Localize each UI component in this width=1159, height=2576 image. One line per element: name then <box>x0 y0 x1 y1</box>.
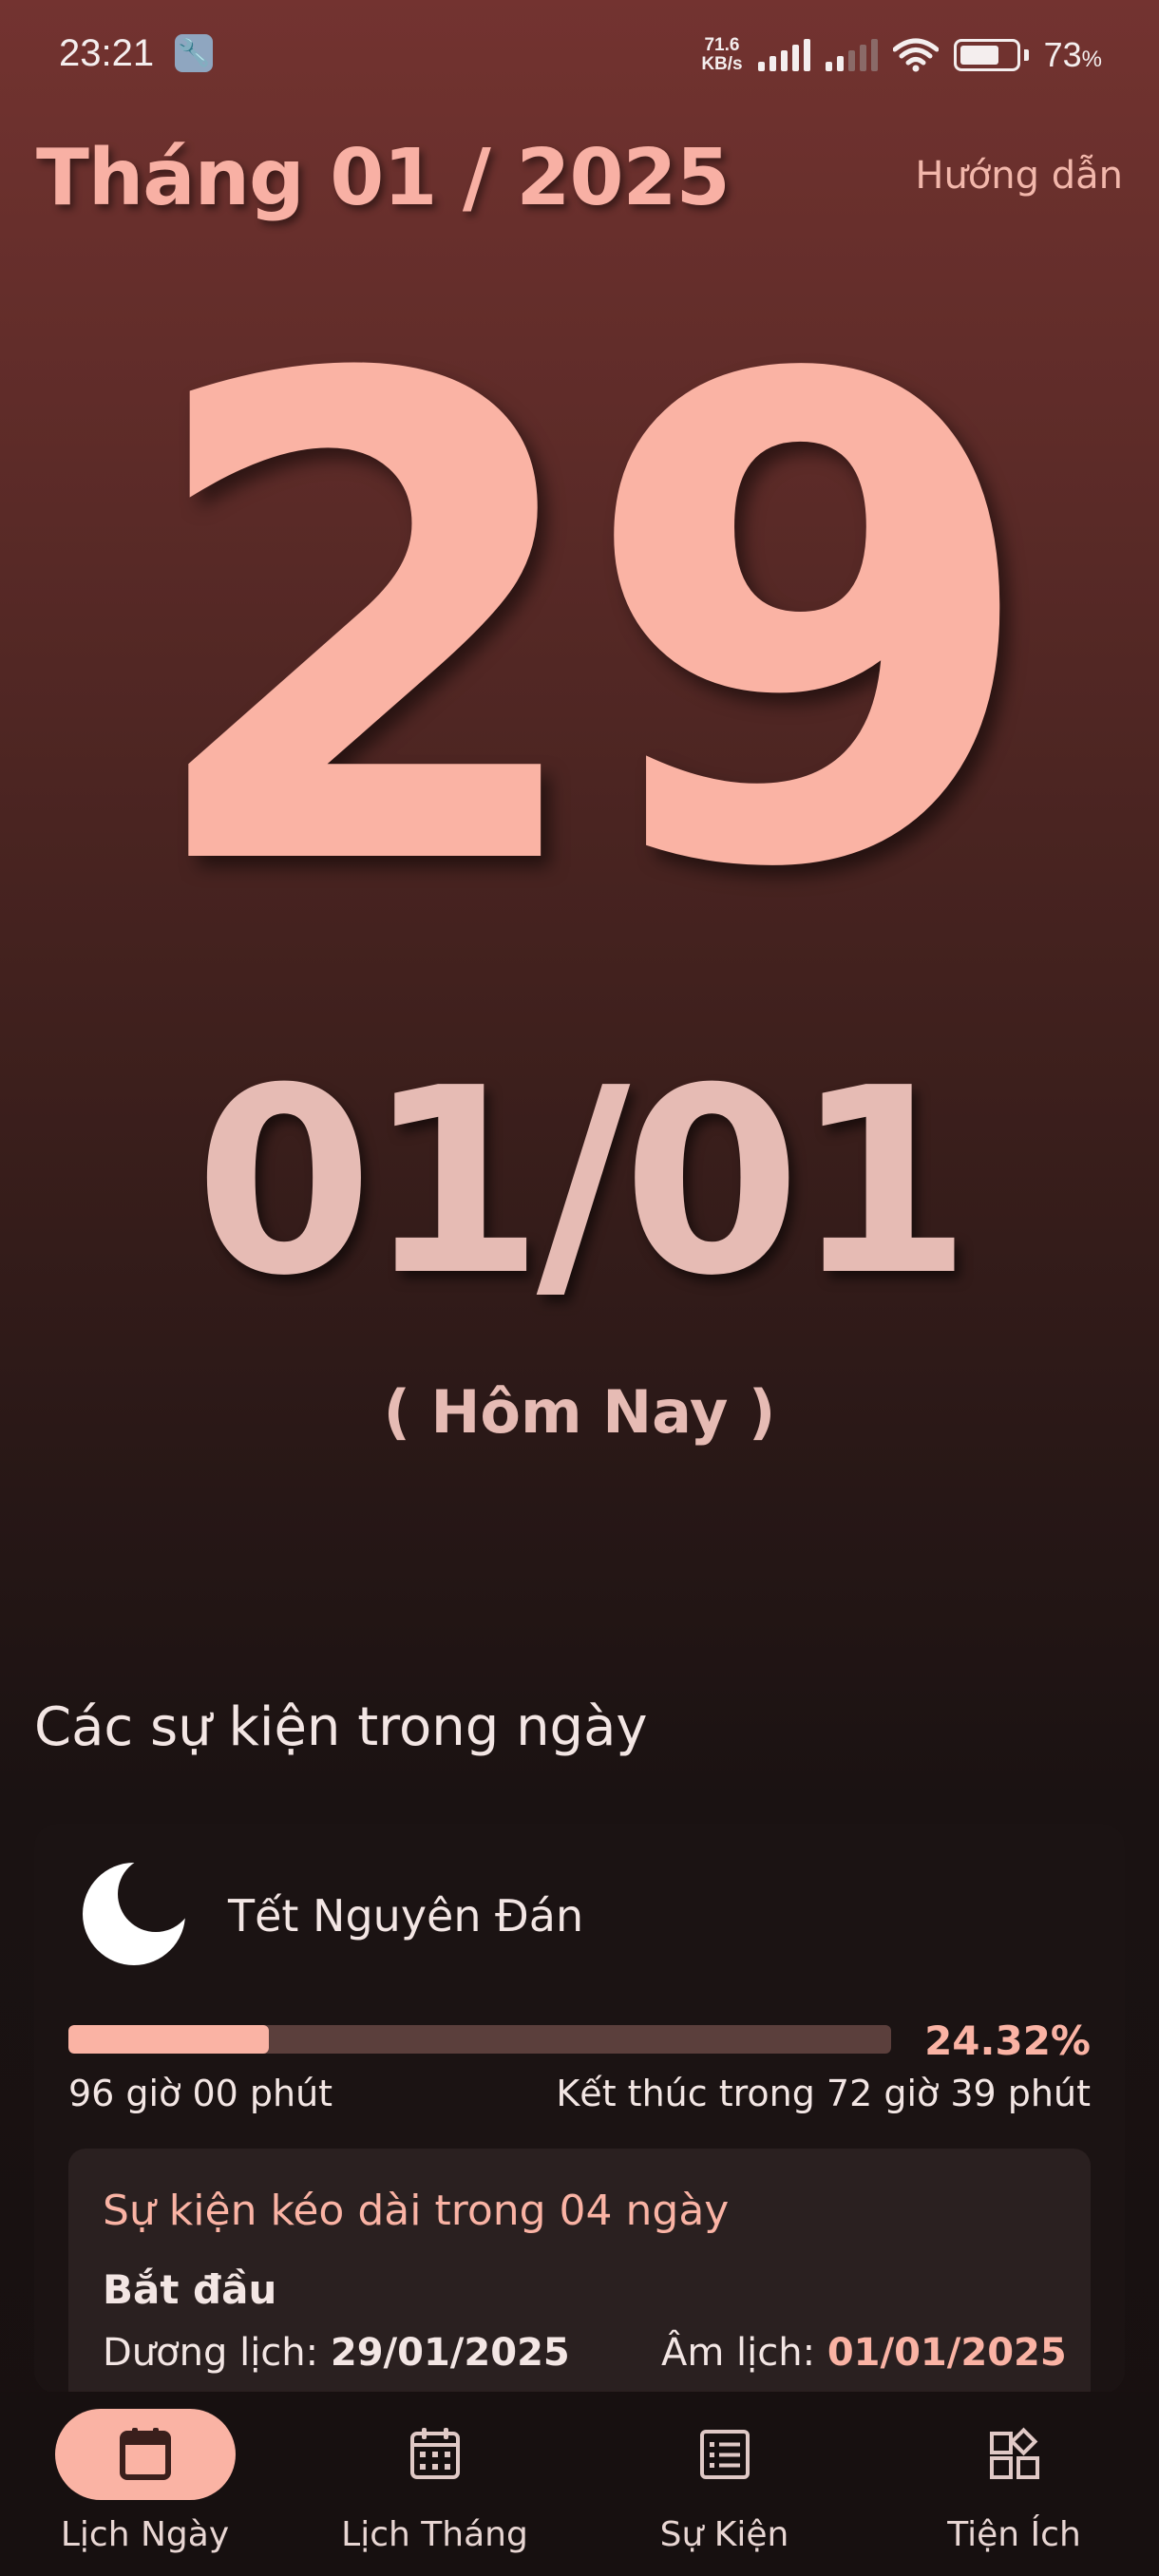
today-label: ( Hôm Nay ) <box>383 1377 776 1447</box>
event-card[interactable]: Tết Nguyên Đán 24.32% 96 giờ 00 phút Kết… <box>34 1824 1125 2394</box>
widgets-icon <box>989 2427 1039 2479</box>
bottom-navigation: Lịch Ngày Lịch Tháng Sự Kiện Tiện Ích <box>0 2392 1159 2576</box>
solar-day-number: 29 <box>135 239 1042 1013</box>
battery-percent: 73% <box>1043 35 1102 74</box>
nav-item-daily-calendar[interactable]: Lịch Ngày <box>0 2392 290 2576</box>
events-heading: Các sự kiện trong ngày <box>34 1696 648 1758</box>
nav-item-monthly-calendar[interactable]: Lịch Tháng <box>290 2392 580 2576</box>
lunar-date: 01/01 <box>194 1032 972 1332</box>
network-speed-unit: KB/s <box>701 54 743 74</box>
guide-link[interactable]: Hướng dẫn <box>915 154 1123 198</box>
nav-label: Lịch Tháng <box>341 2515 528 2554</box>
status-indicators: 71.6 KB/s 73% <box>701 28 1102 82</box>
network-speed-value: 71.6 <box>704 35 740 55</box>
event-duration: 96 giờ 00 phút <box>68 2073 333 2114</box>
nav-label: Lịch Ngày <box>60 2515 230 2554</box>
event-solar-date: Dương lịch: 29/01/2025 <box>103 2331 570 2375</box>
nav-item-events[interactable]: Sự Kiện <box>580 2392 869 2576</box>
event-remaining: Kết thúc trong 72 giờ 39 phút <box>556 2073 1091 2114</box>
signal-icon <box>757 39 810 71</box>
calendar-day-icon <box>119 2428 171 2480</box>
status-bar: 23:21 🔧 71.6 KB/s 73% <box>0 0 1159 112</box>
nav-label: Tiện Ích <box>947 2515 1081 2554</box>
battery-icon <box>953 39 1029 71</box>
nav-item-utilities[interactable]: Tiện Ích <box>869 2392 1159 2576</box>
event-name: Tết Nguyên Đán <box>228 1890 584 1941</box>
event-start-label: Bắt đầu <box>103 2266 277 2313</box>
month-title: Tháng 01 / 2025 <box>36 133 731 223</box>
event-progress-fill <box>68 2025 269 2054</box>
signal-secondary-icon <box>825 39 878 71</box>
event-lunar-date: Âm lịch: 01/01/2025 <box>661 2331 1067 2375</box>
event-progress-percent: 24.32% <box>924 2017 1091 2064</box>
event-detail-card: Sự kiện kéo dài trong 04 ngày Bắt đầu Dư… <box>68 2149 1091 2394</box>
nav-label: Sự Kiện <box>659 2515 789 2554</box>
status-time: 23:21 <box>59 32 155 74</box>
wifi-icon <box>892 38 939 72</box>
calendar-month-icon <box>409 2428 460 2479</box>
event-detail-title: Sự kiện kéo dài trong 04 ngày <box>103 2187 730 2235</box>
event-list-icon <box>699 2430 750 2479</box>
network-speed: 71.6 KB/s <box>701 36 742 74</box>
tool-icon: 🔧 <box>175 34 213 72</box>
moon-icon <box>83 1863 185 1965</box>
event-progress-bar <box>68 2025 891 2054</box>
